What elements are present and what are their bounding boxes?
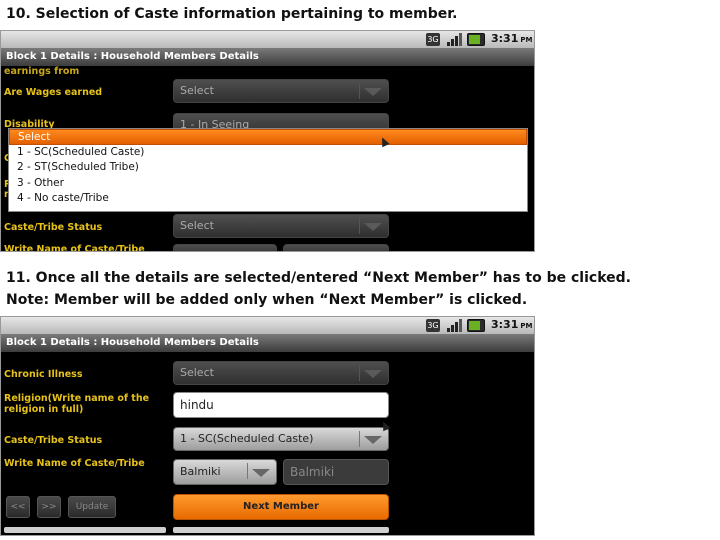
caste-name-spinner-value: Balmiki <box>180 465 221 478</box>
status-bar: 3G 3:31 PM <box>1 317 534 334</box>
clock: 3:31 PM <box>491 318 533 331</box>
signal-strength-icon <box>447 33 462 46</box>
app-title-bar: Block 1 Details : Household Members Deta… <box>1 48 534 66</box>
battery-icon <box>467 319 485 332</box>
caste-name-spinner-clipped[interactable] <box>173 244 277 251</box>
battery-icon <box>467 33 485 46</box>
bottom-bar-left <box>4 527 166 533</box>
caste-status-spinner[interactable]: 1 - SC(Scheduled Caste) <box>173 427 389 451</box>
caste-status-dropdown-list[interactable]: Select 1 - SC(Scheduled Caste) 2 - ST(Sc… <box>8 128 528 212</box>
chevron-down-icon <box>364 436 382 444</box>
caste-name-input[interactable]: Balmiki <box>283 459 389 485</box>
caste-status-label: Caste/Tribe Status <box>4 435 103 446</box>
earnings-label: earnings from <box>4 66 80 77</box>
dropdown-option[interactable]: Select <box>9 129 527 145</box>
wages-label: Are Wages earned <box>4 87 103 98</box>
step-11-note: Note: Member will be added only when “Ne… <box>6 292 528 308</box>
signal-strength-icon <box>447 319 462 332</box>
chevron-down-icon <box>364 223 382 231</box>
wages-spinner-value: Select <box>180 84 214 97</box>
chronic-illness-spinner[interactable]: Select <box>173 361 389 385</box>
write-caste-name-label: Write Name of Caste/Tribe <box>4 458 145 469</box>
next-page-button[interactable]: >> <box>37 496 61 518</box>
app-title-bar: Block 1 Details : Household Members Deta… <box>1 334 534 352</box>
network-3g-icon: 3G <box>426 33 440 46</box>
next-member-button[interactable]: Next Member <box>173 494 389 520</box>
dropdown-option[interactable]: 2 - ST(Scheduled Tribe) <box>9 160 527 176</box>
caste-status-label: Caste/Tribe Status <box>4 222 103 233</box>
write-caste-name-label: Write Name of Caste/Tribe <box>4 244 145 252</box>
wages-spinner[interactable]: Select <box>173 79 389 103</box>
dropdown-option[interactable]: 1 - SC(Scheduled Caste) <box>9 145 527 161</box>
dropdown-option[interactable]: 4 - No caste/Tribe <box>9 191 527 207</box>
chronic-illness-label: Chronic Illness <box>4 369 83 380</box>
religion-input[interactable]: hindu <box>173 392 389 418</box>
step-10-caption: 10. Selection of Caste information perta… <box>6 6 458 22</box>
clock: 3:31 PM <box>491 32 533 45</box>
caste-name-spinner[interactable]: Balmiki <box>173 459 277 485</box>
network-3g-icon: 3G <box>426 319 440 332</box>
chevron-down-icon <box>252 469 270 477</box>
bottom-bar-right <box>173 527 389 533</box>
step-11-caption: 11. Once all the details are selected/en… <box>6 270 631 286</box>
chronic-illness-spinner-value: Select <box>180 366 214 379</box>
chevron-down-icon <box>364 88 382 96</box>
religion-label: Religion(Write name of the religion in fu… <box>4 393 150 415</box>
chevron-down-icon <box>364 370 382 378</box>
dropdown-option[interactable]: 3 - Other <box>9 176 527 192</box>
status-bar: 3G 3:31 PM <box>1 31 534 48</box>
caste-status-spinner[interactable]: Select <box>173 214 389 238</box>
screenshot-caste-selection: 3G 3:31 PM Block 1 Details : Household Me… <box>0 30 535 252</box>
screenshot-next-member: 3G 3:31 PM Block 1 Details : Household Me… <box>0 316 535 536</box>
update-button[interactable]: Update <box>68 496 116 518</box>
previous-member-button[interactable]: << <box>6 496 30 518</box>
caste-status-spinner-value: 1 - SC(Scheduled Caste) <box>180 432 314 445</box>
caste-name-field-clipped[interactable] <box>283 244 389 251</box>
caste-status-spinner-value: Select <box>180 219 214 232</box>
